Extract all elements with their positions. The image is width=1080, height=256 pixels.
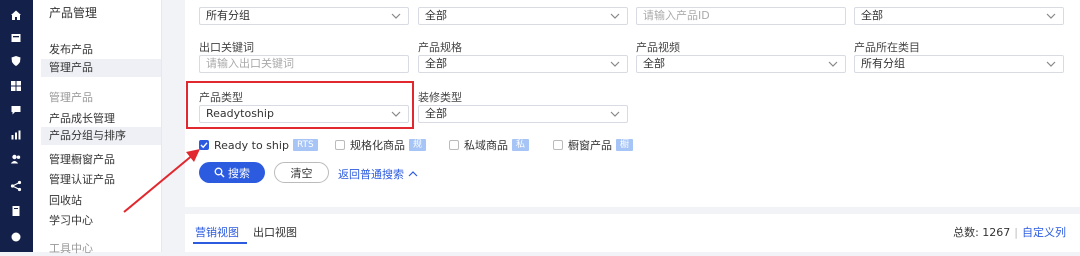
chevron-up-icon: [408, 171, 417, 177]
checkbox-showcase-product[interactable]: 橱窗产品 橱: [553, 138, 634, 152]
rts-tag: RTS: [292, 139, 318, 151]
export-keyword-label: 出口关键词: [199, 41, 254, 54]
highlight-box: [186, 81, 414, 129]
chat-icon[interactable]: [9, 103, 23, 117]
sidebar-section-tools: 工具中心: [49, 242, 93, 255]
chevron-down-icon: [610, 61, 620, 67]
product-category-label: 产品所在类目: [854, 41, 920, 54]
decoration-type-value: 全部: [425, 107, 447, 120]
search-button[interactable]: 搜索: [199, 162, 265, 183]
tab-export-view[interactable]: 出口视图: [253, 224, 297, 240]
status-select-value: 全部: [425, 9, 447, 22]
product-id-input[interactable]: 请输入产品ID: [636, 7, 846, 25]
checkbox-icon: [449, 140, 459, 150]
left-nav-bar: [0, 0, 33, 252]
checkbox-icon: [335, 140, 345, 150]
chevron-down-icon: [610, 111, 620, 117]
circle-icon[interactable]: [9, 230, 23, 244]
product-video-value: 全部: [643, 57, 665, 70]
spec-tag: 规: [409, 139, 427, 151]
sidebar-item-manage[interactable]: 管理产品: [41, 59, 161, 77]
search-button-label: 搜索: [228, 166, 250, 180]
decoration-type-select[interactable]: 全部: [418, 105, 628, 123]
checkbox-ready-to-ship[interactable]: Ready to ship RTS: [199, 138, 318, 152]
checkbox-label: 橱窗产品: [568, 139, 612, 152]
chart-icon[interactable]: [9, 128, 23, 142]
chevron-down-icon: [828, 61, 838, 67]
search-icon: [214, 167, 225, 178]
showcase-tag: 橱: [616, 139, 634, 151]
active-tab-indicator: [193, 242, 247, 244]
tab-marketing-view[interactable]: 营销视图: [195, 224, 239, 240]
chevron-down-icon: [391, 13, 401, 19]
sidebar-title: 产品管理: [49, 6, 98, 20]
sidebar-item-publish[interactable]: 发布产品: [49, 41, 93, 57]
product-video-label: 产品视频: [636, 41, 680, 54]
custom-columns-link[interactable]: 自定义列: [1022, 226, 1066, 239]
checkbox-private-product[interactable]: 私域商品 私: [449, 138, 530, 152]
users-icon[interactable]: [9, 152, 23, 166]
total-count-text: 总数: 1267: [953, 226, 1011, 239]
other-select[interactable]: 全部: [854, 7, 1064, 25]
total-count: 总数: 1267 | 自定义列: [953, 226, 1066, 239]
shield-icon[interactable]: [9, 54, 23, 68]
sidebar-item-showcase[interactable]: 管理橱窗产品: [49, 151, 115, 167]
share-icon[interactable]: [9, 179, 23, 193]
document-icon[interactable]: [9, 204, 23, 218]
checkbox-label: Ready to ship: [214, 138, 289, 152]
checkbox-label: 私域商品: [464, 139, 508, 152]
sidebar-item-learning[interactable]: 学习中心: [49, 212, 93, 228]
box-icon[interactable]: [9, 31, 23, 45]
checkbox-icon: [553, 140, 563, 150]
export-keyword-input[interactable]: 请输入出口关键词: [199, 55, 409, 73]
annotation-arrow-icon: [123, 149, 200, 213]
product-spec-label: 产品规格: [418, 41, 462, 54]
group-select-value: 所有分组: [206, 9, 250, 22]
product-category-select[interactable]: 所有分组: [854, 55, 1064, 73]
chevron-down-icon: [610, 13, 620, 19]
sidebar-item-recycle[interactable]: 回收站: [49, 192, 82, 208]
results-toolbar: 营销视图 出口视图 总数: 1267 | 自定义列: [185, 214, 1080, 252]
product-video-select[interactable]: 全部: [636, 55, 846, 73]
sidebar-item-certified[interactable]: 管理认证产品: [49, 171, 115, 187]
product-category-value: 所有分组: [861, 57, 905, 70]
status-select[interactable]: 全部: [418, 7, 628, 25]
product-spec-select[interactable]: 全部: [418, 55, 628, 73]
sidebar-section-manage: 管理产品: [49, 91, 93, 104]
other-select-value: 全部: [861, 9, 883, 22]
chevron-down-icon: [1046, 13, 1056, 19]
clear-button[interactable]: 清空: [274, 162, 329, 183]
chevron-down-icon: [1046, 61, 1056, 67]
decoration-type-label: 装修类型: [418, 91, 462, 104]
grid-icon[interactable]: [9, 79, 23, 93]
group-select[interactable]: 所有分组: [199, 7, 409, 25]
product-spec-value: 全部: [425, 57, 447, 70]
checkbox-spec-product[interactable]: 规格化商品 规: [335, 138, 427, 152]
home-icon[interactable]: [9, 8, 23, 22]
back-to-normal-search-link[interactable]: 返回普通搜索: [338, 166, 418, 182]
checkbox-label: 规格化商品: [350, 139, 405, 152]
sidebar-item-growth[interactable]: 产品成长管理: [49, 110, 115, 126]
back-link-label: 返回普通搜索: [338, 168, 404, 181]
private-tag: 私: [512, 139, 530, 151]
